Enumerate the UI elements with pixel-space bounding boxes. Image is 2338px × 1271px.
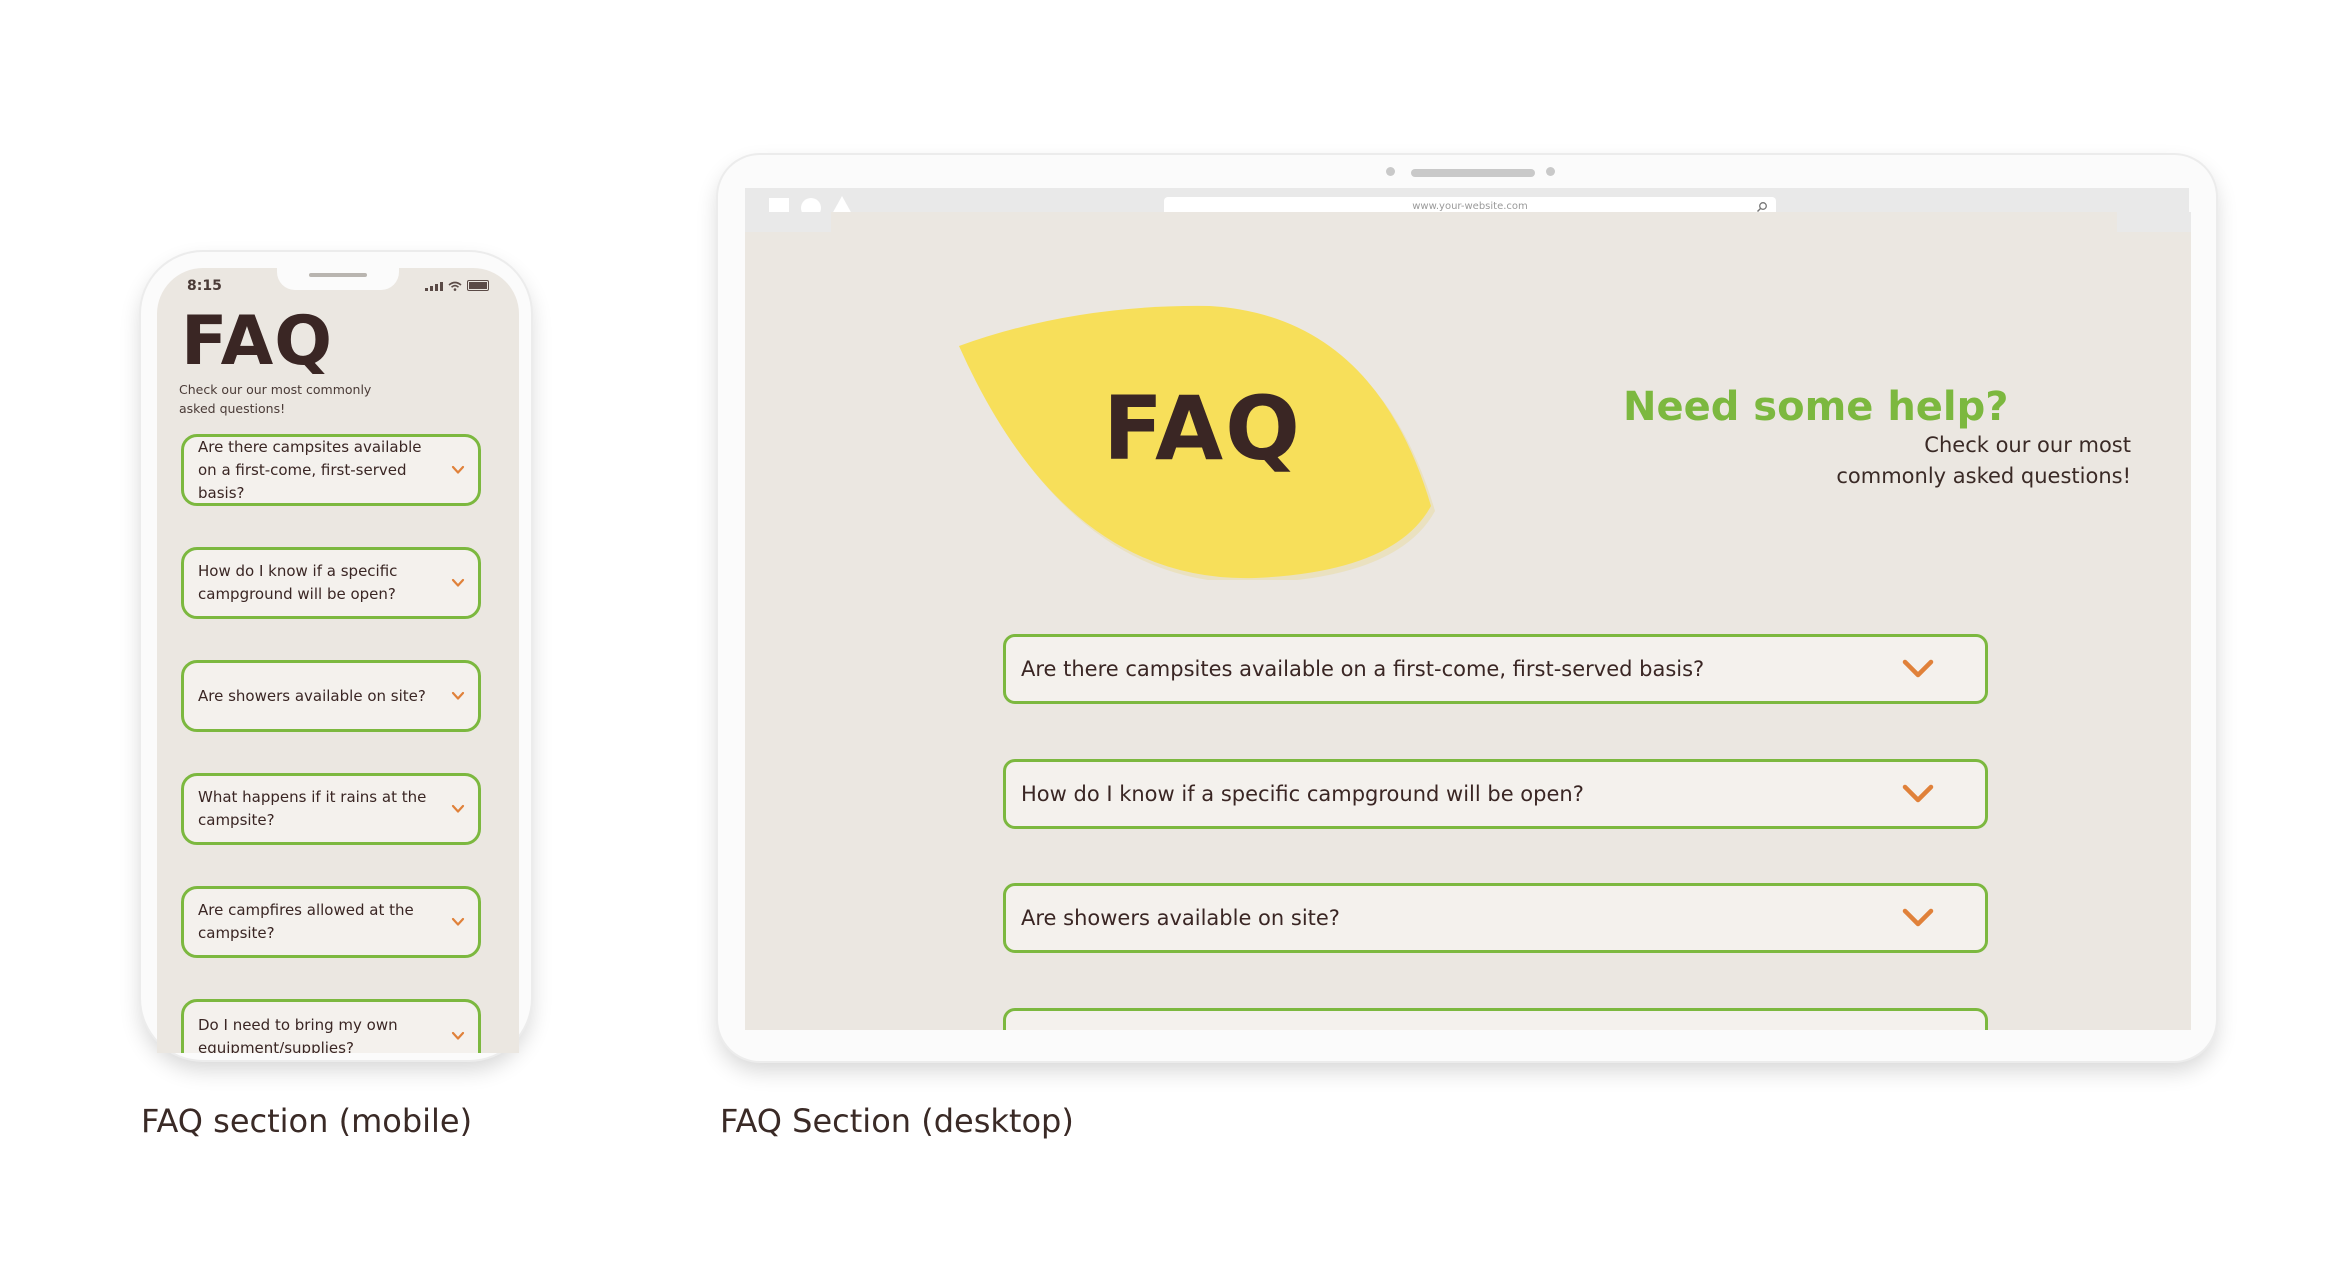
mobile-faq-item[interactable]: Do I need to bring my own equipment/supp… — [181, 999, 481, 1053]
url-text: www.your-website.com — [1412, 201, 1528, 212]
mobile-subtitle: Check our our most commonly asked questi… — [179, 382, 372, 416]
chevron-down-icon — [1902, 784, 1934, 803]
mobile-faq-item[interactable]: Are campfires allowed at the campsite? — [181, 886, 481, 958]
mobile-screen: 8:15 FAQ Check our our most commonly ask… — [157, 268, 519, 1053]
desktop-screen: FAQ Need some help? Check our our most c… — [745, 212, 2191, 1030]
status-icons — [425, 280, 489, 291]
toolbar-edge — [2117, 212, 2191, 232]
faq-question: Are showers available on site? — [198, 686, 426, 705]
desktop-faq-item[interactable]: Are showers available on site? — [1003, 883, 1988, 953]
chevron-down-icon — [1902, 659, 1934, 678]
mobile-faq-item[interactable]: How do I know if a specific campground w… — [181, 547, 481, 619]
notch-speaker — [309, 273, 367, 277]
signal-icon — [425, 281, 443, 291]
wifi-icon — [448, 281, 462, 291]
help-subtitle-line: commonly asked questions! — [1836, 464, 2131, 488]
desktop-caption: FAQ Section (desktop) — [720, 1102, 1074, 1140]
help-heading: Need some help? — [1623, 384, 2009, 430]
mobile-faq-item[interactable]: Are showers available on site? — [181, 660, 481, 732]
camera-bar — [1411, 169, 1535, 177]
faq-question: Are showers available on site? — [1021, 906, 1340, 930]
mobile-faq-item[interactable]: What happens if it rains at the campsite… — [181, 773, 481, 845]
camera-dot — [1546, 167, 1555, 176]
faq-question: How do I know if a specific campground w… — [1021, 782, 1584, 806]
camera-dot — [1386, 167, 1395, 176]
chevron-down-icon — [1902, 908, 1934, 927]
chevron-down-icon — [451, 578, 465, 587]
toolbar-edge — [745, 212, 831, 232]
desktop-faq-item[interactable]: Are there campsites available on a first… — [1003, 634, 1988, 704]
chevron-down-icon — [451, 465, 465, 474]
mobile-caption: FAQ section (mobile) — [141, 1102, 473, 1140]
faq-question: Do I need to bring my own equipment/supp… — [198, 1016, 398, 1053]
status-time: 8:15 — [187, 278, 222, 294]
chevron-down-icon — [451, 917, 465, 926]
faq-question: Are there campsites available on a first… — [198, 437, 422, 502]
desktop-faq-item[interactable] — [1003, 1008, 1988, 1030]
desktop-faq-item[interactable]: How do I know if a specific campground w… — [1003, 759, 1988, 829]
help-subtitle: Check our our most commonly asked questi… — [1619, 430, 2131, 492]
chevron-down-icon — [451, 804, 465, 813]
battery-icon — [467, 280, 489, 291]
help-subtitle-line: Check our our most — [1924, 433, 2131, 457]
chevron-down-icon — [451, 1031, 465, 1040]
mobile-faq-item[interactable]: Are there campsites available on a first… — [181, 434, 481, 506]
desktop-page-title: FAQ — [1103, 377, 1302, 480]
mobile-page-title: FAQ — [181, 302, 334, 381]
faq-question: How do I know if a specific campground w… — [198, 562, 398, 603]
chevron-down-icon — [451, 691, 465, 700]
faq-question: Are there campsites available on a first… — [1021, 657, 1705, 681]
faq-question: What happens if it rains at the campsite… — [198, 788, 427, 829]
phone-notch — [277, 268, 399, 290]
faq-question: Are campfires allowed at the campsite? — [198, 901, 414, 942]
